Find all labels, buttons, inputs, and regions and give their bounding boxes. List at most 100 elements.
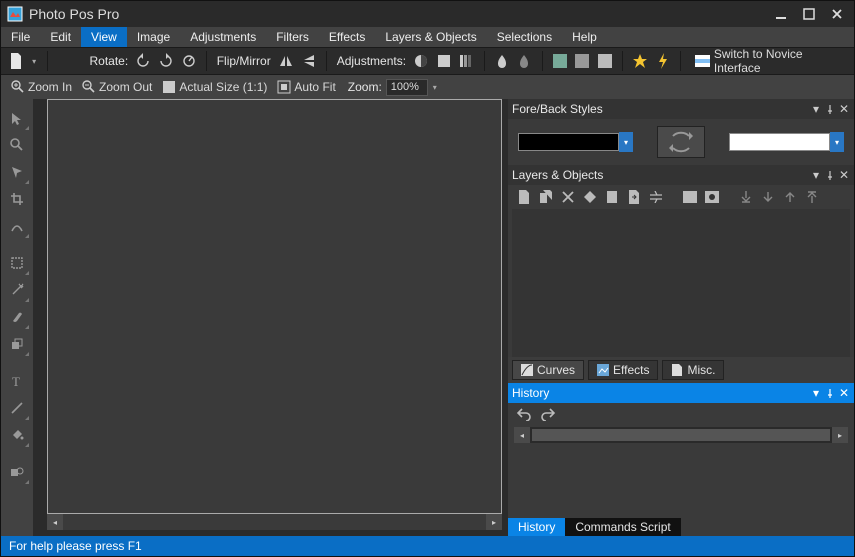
- forecolor-swatch[interactable]: [518, 132, 633, 152]
- layer-export-icon[interactable]: [626, 189, 642, 205]
- redo-icon[interactable]: [540, 407, 556, 421]
- menu-layers[interactable]: Layers & Objects: [375, 27, 486, 47]
- scroll-left-icon[interactable]: ◂: [47, 514, 63, 530]
- new-file-icon[interactable]: [7, 51, 26, 71]
- layer-down-end-icon[interactable]: [738, 189, 754, 205]
- scroll-right-icon[interactable]: ▸: [486, 514, 502, 530]
- tab-misc[interactable]: Misc.: [662, 360, 724, 380]
- tab-effects[interactable]: Effects: [588, 360, 658, 380]
- zoom-label: Zoom:: [346, 80, 384, 94]
- layer-mask-icon[interactable]: [704, 189, 720, 205]
- maximize-button[interactable]: [802, 7, 816, 21]
- menu-selections[interactable]: Selections: [487, 27, 562, 47]
- star-icon[interactable]: [631, 51, 650, 71]
- panel-pin-icon[interactable]: [824, 387, 836, 399]
- shape-tool[interactable]: [4, 459, 30, 485]
- forecolor-dropdown[interactable]: [619, 132, 633, 152]
- preset1-icon[interactable]: [551, 51, 570, 71]
- panel-menu-icon[interactable]: ▾: [810, 103, 822, 115]
- canvas[interactable]: [47, 99, 502, 514]
- layer-dup-icon[interactable]: [538, 189, 554, 205]
- crop-tool[interactable]: [4, 186, 30, 212]
- layer-paste-icon[interactable]: [604, 189, 620, 205]
- switch-novice-button[interactable]: Switch to Novice Interface: [689, 47, 848, 75]
- zoom-in-button[interactable]: Zoom In: [7, 80, 76, 94]
- canvas-scrollbar[interactable]: ◂ ▸: [47, 514, 502, 530]
- history-header[interactable]: History ▾ ✕: [508, 383, 854, 403]
- preset3-icon[interactable]: [596, 51, 615, 71]
- backcolor-swatch[interactable]: [729, 132, 844, 152]
- panel-close-icon[interactable]: ✕: [838, 169, 850, 181]
- menu-adjustments[interactable]: Adjustments: [180, 27, 266, 47]
- rotate-right-icon[interactable]: [157, 51, 176, 71]
- layer-down-icon[interactable]: [760, 189, 776, 205]
- layers-list[interactable]: [512, 209, 850, 357]
- actual-size-button[interactable]: Actual Size (1:1): [158, 80, 271, 94]
- layer-up-icon[interactable]: [782, 189, 798, 205]
- adjust-histogram-icon[interactable]: [435, 51, 454, 71]
- backcolor-dropdown[interactable]: [830, 132, 844, 152]
- rotate-label: Rotate:: [88, 54, 131, 68]
- layer-up-end-icon[interactable]: [804, 189, 820, 205]
- scroll-left-icon[interactable]: ◂: [514, 427, 530, 443]
- rotate-angle-icon[interactable]: [179, 51, 198, 71]
- marquee-tool[interactable]: [4, 250, 30, 276]
- panel-close-icon[interactable]: ✕: [838, 387, 850, 399]
- zoom-out-button[interactable]: Zoom Out: [78, 80, 156, 94]
- layer-diamond-icon[interactable]: [582, 189, 598, 205]
- menu-file[interactable]: File: [1, 27, 40, 47]
- zoom-value-input[interactable]: 100%: [386, 79, 428, 96]
- layer-fx-icon[interactable]: [682, 189, 698, 205]
- new-file-dropdown[interactable]: [30, 52, 39, 70]
- clone-tool[interactable]: [4, 331, 30, 357]
- menu-view[interactable]: View: [81, 27, 127, 47]
- zoom-tool[interactable]: [4, 132, 30, 158]
- zoom-dropdown[interactable]: [430, 78, 440, 96]
- panel-menu-icon[interactable]: ▾: [810, 387, 822, 399]
- bucket-tool[interactable]: [4, 422, 30, 448]
- text-tool[interactable]: T: [4, 368, 30, 394]
- adjust-drop2-icon[interactable]: [515, 51, 534, 71]
- history-tab-commands[interactable]: Commands Script: [565, 518, 680, 536]
- layers-header[interactable]: Layers & Objects ▾ ✕: [508, 165, 854, 185]
- adjust-levels-icon[interactable]: [457, 51, 476, 71]
- menu-edit[interactable]: Edit: [40, 27, 81, 47]
- layer-merge-icon[interactable]: [648, 189, 664, 205]
- close-button[interactable]: [830, 7, 844, 21]
- layer-new-icon[interactable]: [516, 189, 532, 205]
- panel-pin-icon[interactable]: [824, 103, 836, 115]
- selection-tool[interactable]: [4, 159, 30, 185]
- menu-help[interactable]: Help: [562, 27, 607, 47]
- layer-delete-icon[interactable]: [560, 189, 576, 205]
- undo-icon[interactable]: [516, 407, 532, 421]
- wand-tool[interactable]: [4, 277, 30, 303]
- menu-image[interactable]: Image: [127, 27, 180, 47]
- foreback-header[interactable]: Fore/Back Styles ▾ ✕: [508, 99, 854, 119]
- swap-colors-button[interactable]: [657, 126, 705, 158]
- auto-fit-button[interactable]: Auto Fit: [273, 80, 339, 94]
- panel-pin-icon[interactable]: [824, 169, 836, 181]
- novice-flag-icon: [695, 55, 710, 67]
- panel-menu-icon[interactable]: ▾: [810, 169, 822, 181]
- minimize-button[interactable]: [774, 7, 788, 21]
- tab-curves[interactable]: Curves: [512, 360, 584, 380]
- move-tool[interactable]: [4, 105, 30, 131]
- actual-size-icon: [162, 80, 176, 94]
- menu-filters[interactable]: Filters: [266, 27, 319, 47]
- panel-close-icon[interactable]: ✕: [838, 103, 850, 115]
- scroll-right-icon[interactable]: ▸: [832, 427, 848, 443]
- rotate-left-icon[interactable]: [134, 51, 153, 71]
- menu-effects[interactable]: Effects: [319, 27, 375, 47]
- brush-tool[interactable]: [4, 304, 30, 330]
- history-scrollbar[interactable]: ◂ ▸: [514, 427, 848, 443]
- path-tool[interactable]: [4, 213, 30, 239]
- title-bar: Photo Pos Pro: [1, 1, 854, 27]
- flip-h-icon[interactable]: [277, 51, 296, 71]
- adjust-bc-icon[interactable]: [412, 51, 431, 71]
- preset2-icon[interactable]: [573, 51, 592, 71]
- bolt-icon[interactable]: [654, 51, 673, 71]
- line-tool[interactable]: [4, 395, 30, 421]
- flip-v-icon[interactable]: [299, 51, 318, 71]
- adjust-drop1-icon[interactable]: [493, 51, 512, 71]
- history-tab-history[interactable]: History: [508, 518, 565, 536]
